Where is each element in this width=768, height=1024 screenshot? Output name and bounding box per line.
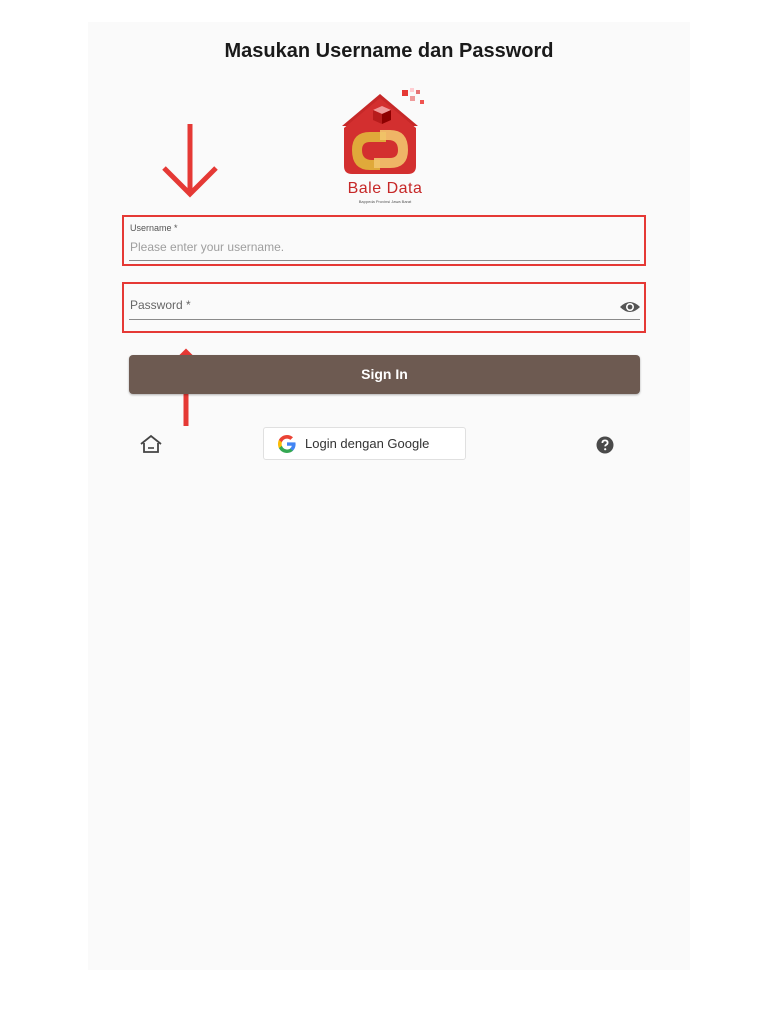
username-field[interactable]: Username *	[129, 221, 640, 263]
password-underline	[129, 319, 640, 320]
password-input[interactable]	[130, 298, 600, 314]
page-title: Masukan Username dan Password	[224, 40, 554, 62]
page: Masukan Username dan Password Bale Data …	[0, 0, 768, 1024]
help-icon[interactable]	[596, 436, 614, 454]
password-field[interactable]: Password *	[129, 288, 640, 330]
username-underline	[129, 260, 640, 261]
eye-icon[interactable]	[619, 300, 641, 314]
username-label: Username *	[130, 223, 178, 233]
logo-name: Bale Data	[347, 180, 423, 197]
bale-data-logo: Bale Data Bappeda Provinsi Jawa Barat	[330, 88, 440, 208]
house-logo-icon	[342, 88, 424, 174]
logo-tagline: Bappeda Provinsi Jawa Barat	[358, 199, 412, 204]
username-input[interactable]	[130, 239, 635, 255]
sign-in-button[interactable]: Sign In	[129, 355, 640, 394]
arrow-down-icon	[162, 124, 218, 198]
home-icon[interactable]	[139, 434, 163, 454]
google-login-label: Login dengan Google	[305, 436, 430, 451]
google-login-button[interactable]: Login dengan Google	[263, 427, 466, 460]
google-g-icon	[278, 435, 296, 453]
